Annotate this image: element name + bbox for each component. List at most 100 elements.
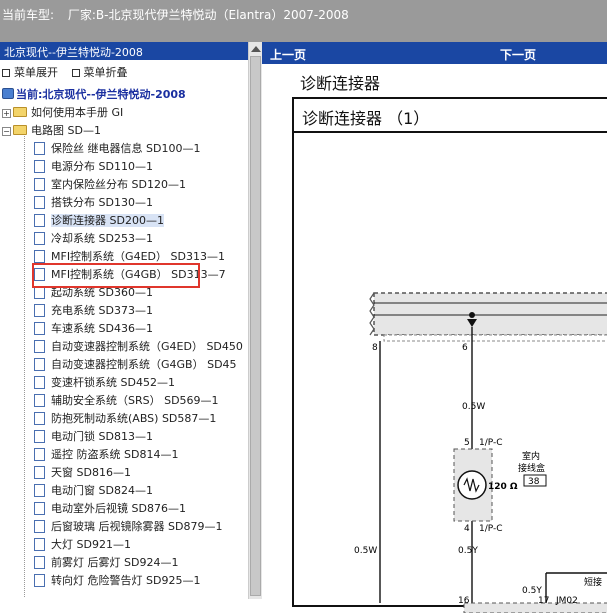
- collapse-minus-icon[interactable]: −: [2, 127, 11, 136]
- prev-page-link[interactable]: 上一页: [270, 46, 306, 63]
- sidebar-scrollbar[interactable]: [248, 42, 262, 599]
- tree-item[interactable]: 自动变速器控制系统（G4ED） SD450: [0, 338, 248, 356]
- document-icon: [34, 214, 45, 227]
- document-icon: [34, 556, 45, 569]
- wire-label-1: 0.5W: [462, 402, 485, 412]
- document-title: 诊断连接器: [300, 74, 381, 93]
- tree-item-label: 电动室外后视镜 SD876—1: [51, 502, 186, 515]
- tree-item[interactable]: 电动门窗 SD824—1: [0, 482, 248, 500]
- scroll-thumb[interactable]: [250, 56, 261, 596]
- connector-band-edge: [383, 334, 607, 342]
- document-icon: [34, 376, 45, 389]
- tree-item[interactable]: 转向灯 危险警告灯 SD925—1: [0, 572, 248, 590]
- document-icon: [34, 538, 45, 551]
- document-icon: [34, 196, 45, 209]
- diagram-frame: 诊断连接器 （1） 8 6 0.5W 5 1/P-C 室内 接线盒 38 120…: [292, 97, 607, 613]
- tree-item-label: 电源分布 SD110—1: [51, 160, 153, 173]
- tree-folder-gi[interactable]: + 如何使用本手册 GI: [0, 104, 248, 122]
- tree-item-label: 天窗 SD816—1: [51, 466, 131, 479]
- tree-item[interactable]: 后窗玻璃 后视镜除雾器 SD879—1: [0, 518, 248, 536]
- tree-item[interactable]: 自动变速器控制系统（G4GB） SD45: [0, 356, 248, 374]
- connector-band-bottom: [463, 602, 607, 613]
- document-icon: [34, 232, 45, 245]
- tree-item[interactable]: 大灯 SD921—1: [0, 536, 248, 554]
- tree-item-label: 自动变速器控制系统（G4GB） SD45: [51, 358, 237, 371]
- wire-label-4: 0.5Y: [522, 586, 542, 596]
- tree-item[interactable]: 保险丝 继电器信息 SD100—1: [0, 140, 248, 158]
- tree-item[interactable]: 电动门锁 SD813—1: [0, 428, 248, 446]
- folder-open-icon: [13, 125, 27, 135]
- document-icon: [34, 430, 45, 443]
- tree-item-label: 辅助安全系统（SRS） SD569—1: [51, 394, 219, 407]
- expand-icon: [2, 69, 10, 77]
- document-icon: [34, 412, 45, 425]
- box-label-2: 接线盒: [518, 462, 545, 474]
- scroll-up-icon[interactable]: [251, 46, 261, 52]
- selection-highlight-box: [32, 263, 200, 288]
- tree: 当前:北京现代--伊兰特悦动-2008 + 如何使用本手册 GI − 电路图 SD—…: [0, 82, 248, 597]
- tree-item[interactable]: 搭铁分布 SD130—1: [0, 194, 248, 212]
- computer-icon: [2, 88, 14, 99]
- box-label-1: 室内: [522, 450, 540, 462]
- tree-item[interactable]: 前雾灯 后雾灯 SD924—1: [0, 554, 248, 572]
- document-icon: [34, 394, 45, 407]
- conn-label-2: 1/P-C: [479, 524, 503, 534]
- title-bar: 当前车型: 厂家:B-北京现代伊兰特悦动（Elantra）2007-2008: [0, 0, 607, 42]
- expand-menu-button[interactable]: 菜单展开: [2, 66, 58, 79]
- current-model-label: 当前车型:: [2, 8, 55, 22]
- document-icon: [34, 520, 45, 533]
- document-icon: [34, 142, 45, 155]
- tree-item-label: 诊断连接器 SD200—1: [51, 214, 164, 227]
- tree-item[interactable]: 电动室外后视镜 SD876—1: [0, 500, 248, 518]
- tree-item-label: 保险丝 继电器信息 SD100—1: [51, 142, 201, 155]
- expand-plus-icon[interactable]: +: [2, 109, 11, 118]
- tree-item-label: 防抱死制动系统(ABS) SD587—1: [51, 412, 217, 425]
- jm-label: JM02: [555, 596, 578, 606]
- pin-6-label: 6: [462, 343, 468, 353]
- document-icon: [34, 484, 45, 497]
- document-icon: [34, 160, 45, 173]
- tree-item[interactable]: 冷却系统 SD253—1: [0, 230, 248, 248]
- tree-item[interactable]: 遥控 防盗系统 SD814—1: [0, 446, 248, 464]
- tree-item-label: 前雾灯 后雾灯 SD924—1: [51, 556, 179, 569]
- tree-item-label: 电动门窗 SD824—1: [51, 484, 153, 497]
- tree-item[interactable]: 电源分布 SD110—1: [0, 158, 248, 176]
- next-page-link[interactable]: 下一页: [500, 46, 536, 63]
- wire-label-2: 0.5W: [354, 546, 377, 556]
- conn-label-1: 1/P-C: [479, 438, 503, 448]
- current-model-value: 厂家:B-北京现代伊兰特悦动（Elantra）2007-2008: [67, 8, 349, 22]
- tree-item[interactable]: 室内保险丝分布 SD120—1: [0, 176, 248, 194]
- tree-item[interactable]: 防抱死制动系统(ABS) SD587—1: [0, 410, 248, 428]
- tree-item-label: 转向灯 危险警告灯 SD925—1: [51, 574, 201, 587]
- pin-4-label: 4: [464, 524, 470, 534]
- tree-folder-sd[interactable]: − 电路图 SD—1: [0, 122, 248, 140]
- tree-item[interactable]: 变速杆锁系统 SD452—1: [0, 374, 248, 392]
- pin-5-label: 5: [464, 438, 470, 448]
- tree-item-label: 室内保险丝分布 SD120—1: [51, 178, 186, 191]
- document-icon: [34, 574, 45, 587]
- tree-item[interactable]: 充电系统 SD373—1: [0, 302, 248, 320]
- wire-label-3: 0.5Y: [458, 546, 478, 556]
- tree-root[interactable]: 当前:北京现代--伊兰特悦动-2008: [0, 86, 248, 104]
- pin-8-label: 8: [372, 343, 378, 353]
- junction-dot: [469, 312, 475, 318]
- document-icon: [34, 322, 45, 335]
- tree-item-label: 后窗玻璃 后视镜除雾器 SD879—1: [51, 520, 223, 533]
- connector-band-top: [373, 292, 607, 336]
- tree-item[interactable]: 车速系统 SD436—1: [0, 320, 248, 338]
- document-icon: [34, 178, 45, 191]
- tree-item[interactable]: 辅助安全系统（SRS） SD569—1: [0, 392, 248, 410]
- tree-item-label: 搭铁分布 SD130—1: [51, 196, 153, 209]
- tree-item[interactable]: 诊断连接器 SD200—1: [0, 212, 248, 230]
- document-icon: [34, 448, 45, 461]
- diagram-title: 诊断连接器 （1）: [302, 109, 430, 128]
- folder-icon: [13, 107, 27, 117]
- document-icon: [34, 358, 45, 371]
- tree-item[interactable]: 天窗 SD816—1: [0, 464, 248, 482]
- document-icon: [34, 250, 45, 263]
- tree-item-label: 电动门锁 SD813—1: [51, 430, 153, 443]
- pin-16-label: 16: [458, 596, 470, 606]
- collapse-menu-button[interactable]: 菜单折叠: [71, 66, 128, 79]
- content-pane: 上一页 下一页 诊断连接器 诊断连接器 （1） 8 6 0.5W 5 1/P-C…: [262, 42, 607, 613]
- pin-17-label: 17: [538, 596, 549, 606]
